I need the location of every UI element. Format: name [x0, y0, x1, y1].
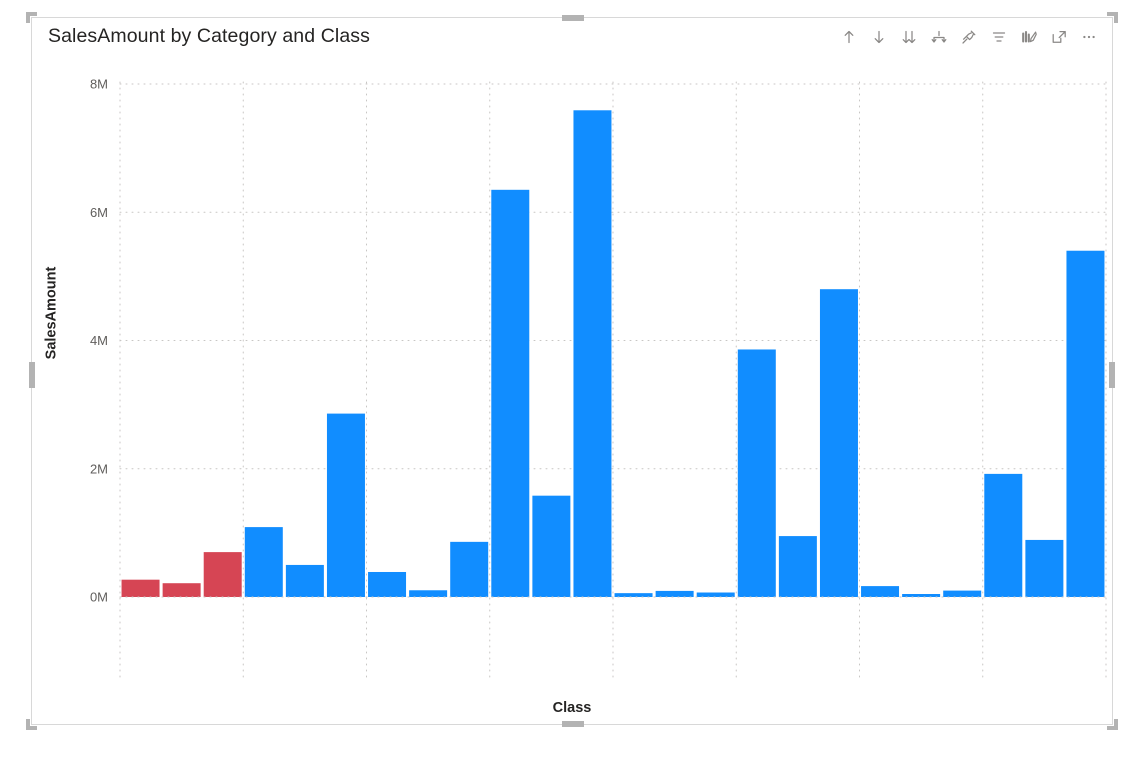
plot-area: SalesAmount 0M2M4M6M8MDeluxeEconomyRegul… [32, 60, 1112, 724]
personalize-icon[interactable] [1016, 24, 1042, 50]
expand-all-icon[interactable] [926, 24, 952, 50]
filter-icon[interactable] [986, 24, 1012, 50]
focus-mode-icon[interactable] [1046, 24, 1072, 50]
visual-header: SalesAmount by Category and Class [32, 18, 1112, 60]
bar[interactable] [943, 590, 982, 597]
pin-icon[interactable] [956, 24, 982, 50]
bar[interactable] [326, 413, 365, 597]
bar[interactable] [902, 594, 941, 597]
drill-up-icon[interactable] [836, 24, 862, 50]
x-axis-title: Class [32, 700, 1112, 716]
bar[interactable] [573, 110, 612, 597]
bar-chart[interactable]: 0M2M4M6M8MDeluxeEconomyRegularDeluxeEcon… [32, 60, 1112, 680]
bar[interactable] [203, 552, 242, 597]
bar[interactable] [984, 473, 1023, 597]
y-axis-tick-label: 4M [90, 333, 108, 348]
drill-down-icon[interactable] [866, 24, 892, 50]
bar[interactable] [162, 583, 201, 597]
bar[interactable] [532, 495, 571, 597]
visual-title: SalesAmount by Category and Class [48, 25, 370, 47]
bar[interactable] [861, 586, 900, 597]
resize-handle-middle-left[interactable] [29, 362, 35, 388]
visual-toolbar [836, 24, 1102, 50]
bar[interactable] [655, 590, 694, 597]
y-axis-tick-label: 6M [90, 205, 108, 220]
bar[interactable] [614, 593, 653, 597]
go-to-next-level-icon[interactable] [896, 24, 922, 50]
resize-handle-top-right[interactable] [1106, 12, 1118, 24]
y-axis-tick-label: 0M [90, 590, 108, 605]
resize-handle-top-center[interactable] [562, 15, 584, 21]
bar[interactable] [1066, 250, 1105, 597]
bar[interactable] [409, 590, 448, 597]
bar[interactable] [368, 571, 407, 597]
resize-handle-top-left[interactable] [26, 12, 38, 24]
bar[interactable] [244, 527, 283, 597]
resize-handle-bottom-left[interactable] [26, 718, 38, 730]
bar[interactable] [285, 564, 324, 597]
bar[interactable] [491, 189, 530, 597]
bar[interactable] [450, 541, 489, 597]
y-axis-tick-label: 2M [90, 461, 108, 476]
y-axis-tick-label: 8M [90, 77, 108, 92]
resize-handle-middle-right[interactable] [1109, 362, 1115, 388]
bar[interactable] [819, 289, 858, 597]
bar[interactable] [1025, 539, 1064, 597]
x-axis-title-label: Class [552, 700, 592, 716]
more-options-icon[interactable] [1076, 24, 1102, 50]
bar[interactable] [737, 349, 776, 597]
power-bi-visual-container[interactable]: SalesAmount by Category and Class SalesA… [26, 12, 1118, 730]
resize-handle-bottom-center[interactable] [562, 721, 584, 727]
resize-handle-bottom-right[interactable] [1106, 718, 1118, 730]
bar[interactable] [778, 536, 817, 597]
bar[interactable] [121, 579, 160, 597]
bar[interactable] [696, 592, 735, 597]
